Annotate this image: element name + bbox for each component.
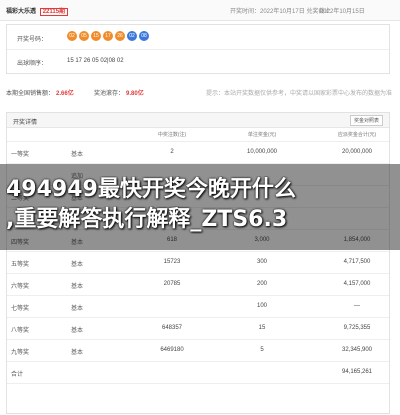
ball-list: 02 05 15 17 26 02 08 xyxy=(67,31,151,41)
redeem-deadline: 2022年10月15日 xyxy=(320,9,365,15)
cell-award: 八等奖 xyxy=(11,328,30,334)
headline-line-2: ,重要解答执行解释_ZTS6.3 xyxy=(6,207,288,232)
cell-type: 基本 xyxy=(71,350,84,356)
cell-count: 20785 xyxy=(163,281,181,287)
cell-award: 五等奖 xyxy=(11,262,30,268)
sales-value: 2.66亿 xyxy=(56,91,74,97)
lottery-ball: 26 xyxy=(115,31,125,41)
sales-stats: 本期全国销售额： 2.66亿 奖池滚存： 9.80亿 提示：本站开奖数据仅供参考，中… xyxy=(6,86,396,98)
cell-type: 基本 xyxy=(71,262,84,268)
open-time: 开奖时间：2022年10月17日 兑奖截止 xyxy=(230,9,331,15)
lottery-title: 福彩大乐透 xyxy=(6,9,37,15)
headline-line-1: 494949最快开奖今晚开什么 xyxy=(6,177,296,202)
lottery-ball: 02 xyxy=(127,31,137,41)
lottery-ball: 17 xyxy=(103,31,113,41)
prize-table-button[interactable]: 奖金对照表 xyxy=(349,115,383,126)
headline-banner: 494949最快开奖今晚开什么 ,重要解答执行解释_ZTS6.3 xyxy=(0,164,400,250)
cell-type: 基本 xyxy=(71,284,84,290)
prize-details-panel: 开奖详情 奖金对照表 中奖注数(注) 单注奖金(元) 应派奖金合计(元) 一等奖… xyxy=(6,112,390,414)
cell-prize: 200 xyxy=(256,281,267,287)
cell-total: 4,717,500 xyxy=(343,259,371,265)
cell-award: 七等奖 xyxy=(11,306,30,312)
cell-total: 94,165,261 xyxy=(341,369,373,375)
lottery-ball: 02 xyxy=(67,31,77,41)
lottery-ball: 15 xyxy=(91,31,101,41)
cell-count: 2 xyxy=(170,149,174,155)
issue-number-badge: 22115期 xyxy=(39,8,69,16)
cell-prize: 5 xyxy=(260,347,264,353)
cell-award: 合计 xyxy=(11,372,24,378)
cell-award: 六等奖 xyxy=(11,284,30,290)
cell-count: 15723 xyxy=(163,259,181,265)
pool-label: 奖池滚存： xyxy=(94,91,125,97)
details-title: 开奖详情 xyxy=(13,120,38,126)
cell-prize: 100 xyxy=(256,303,267,309)
pool-stat: 奖池滚存： 9.80亿 xyxy=(94,88,144,97)
cell-total: 32,345,900 xyxy=(341,347,373,353)
sales-stat: 本期全国销售额： 2.66亿 xyxy=(6,88,74,97)
table-header: 中奖注数(注) 单注奖金(元) 应派奖金合计(元) xyxy=(7,127,389,142)
col-count: 中奖注数(注) xyxy=(157,132,187,138)
cell-total: 9,725,355 xyxy=(343,325,371,331)
cell-award: 九等奖 xyxy=(11,350,30,356)
cell-award: 一等奖 xyxy=(11,152,30,158)
cell-total: — xyxy=(354,303,360,309)
cell-prize: 10,000,000 xyxy=(246,149,278,155)
draw-numbers-row: 开奖号码： 02 05 15 17 26 02 08 xyxy=(7,25,389,50)
table-row: 六等奖 基本 20785 200 4,157,000 xyxy=(7,273,389,296)
lottery-ball: 08 xyxy=(139,31,149,41)
col-total: 应派奖金合计(元) xyxy=(337,132,377,138)
lottery-ball: 05 xyxy=(79,31,89,41)
disclaimer-tip: 提示：本站开奖数据仅供参考，中奖请以国家彩票中心发布的数据为准 xyxy=(206,91,393,97)
cell-prize: 15 xyxy=(258,325,266,331)
table-row: 五等奖 基本 15723 300 4,717,500 xyxy=(7,251,389,274)
table-row: 七等奖 基本 100 — xyxy=(7,295,389,318)
table-row: 八等奖 基本 648357 15 9,725,355 xyxy=(7,317,389,340)
cell-total: 20,000,000 xyxy=(341,149,373,155)
cell-type: 基本 xyxy=(71,328,84,334)
sequence-label: 出球顺序： xyxy=(17,61,48,67)
table-row: 九等奖 基本 6469180 5 32,345,900 xyxy=(7,339,389,362)
details-header: 开奖详情 奖金对照表 xyxy=(7,113,389,128)
cell-type: 基本 xyxy=(71,306,84,312)
cell-count: 6469180 xyxy=(160,347,184,353)
table-row: 合计 94,165,261 xyxy=(7,361,389,384)
cell-count: 648357 xyxy=(161,325,183,331)
lottery-name: 福彩大乐透 22115期 xyxy=(6,6,69,16)
table-row: 一等奖 基本 2 10,000,000 20,000,000 xyxy=(7,141,389,164)
draw-info-panel: 开奖号码： 02 05 15 17 26 02 08 出球顺序： 15 17 26 05 0… xyxy=(6,24,390,74)
pool-value: 9.80亿 xyxy=(126,91,144,97)
cell-total: 4,157,000 xyxy=(343,281,371,287)
sales-label: 本期全国销售额： xyxy=(6,91,55,97)
col-prize: 单注奖金(元) xyxy=(247,132,277,138)
cell-type: 基本 xyxy=(71,152,84,158)
top-bar: 福彩大乐透 22115期 开奖时间：2022年10月17日 兑奖截止 2022年… xyxy=(0,0,400,21)
draw-numbers-label: 开奖号码： xyxy=(17,37,48,43)
cell-prize: 300 xyxy=(256,259,267,265)
sequence-row: 出球顺序： 15 17 26 05 02|08 02 xyxy=(7,49,389,73)
sequence-value: 15 17 26 05 02|08 02 xyxy=(67,58,124,64)
